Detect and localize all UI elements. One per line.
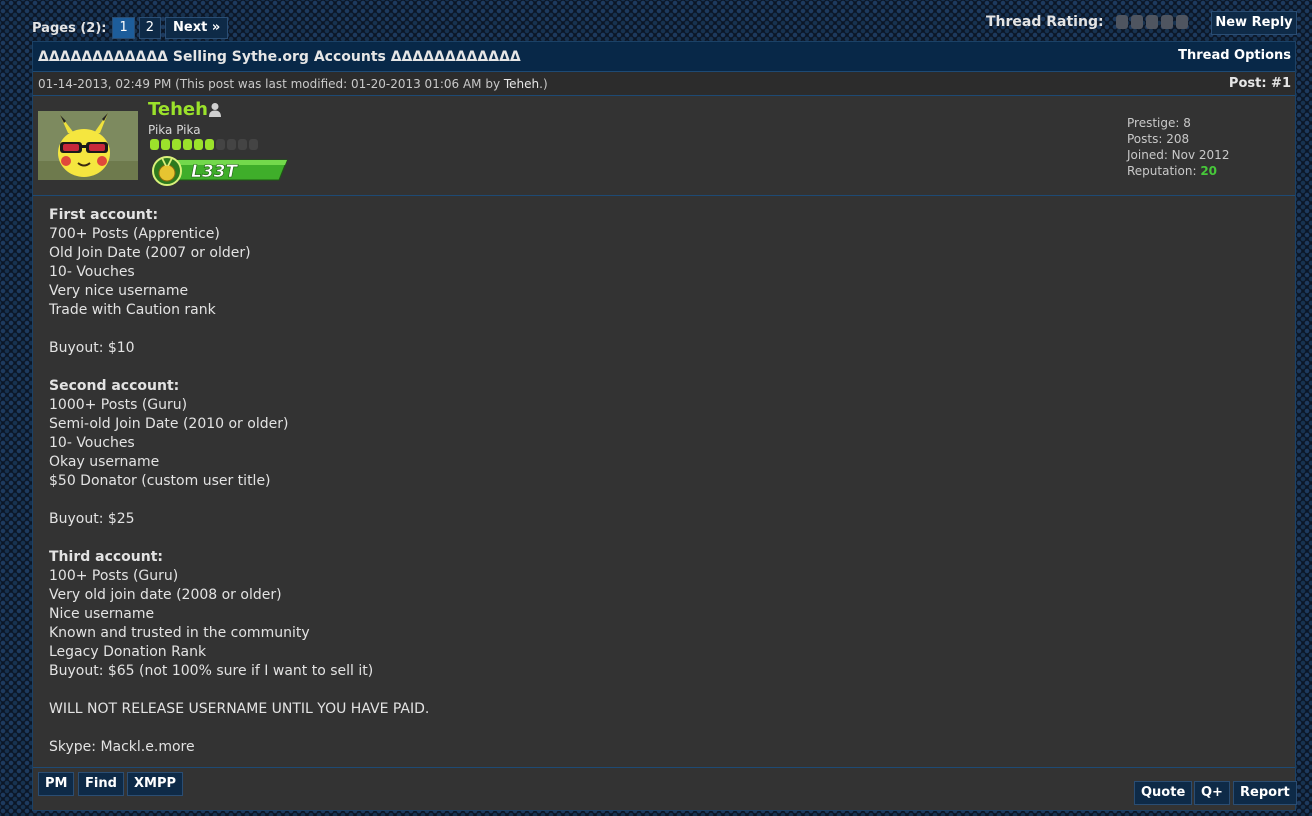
rank-pip-icon [183, 139, 192, 150]
body-line [49, 491, 1279, 510]
rank-pip-icon [161, 139, 170, 150]
body-line: Semi-old Join Date (2010 or older) [49, 416, 289, 432]
post-footer: PM Find XMPP Quote Q+ Report [33, 767, 1297, 810]
author-prestige: Prestige: 8 [1127, 116, 1191, 130]
section-heading: Second account: [49, 377, 1279, 396]
modified-by-link[interactable]: Teheh [504, 77, 539, 91]
body-line [49, 529, 1279, 548]
section-heading-text: First account: [49, 207, 159, 223]
pages-label: Pages (2): [32, 20, 107, 36]
body-line: Skype: Mackl.e.more [49, 739, 195, 755]
xmpp-button[interactable]: XMPP [127, 772, 184, 796]
body-line: Very old join date (2008 or older) [49, 587, 282, 603]
body-line: 1000+ Posts (Guru) [49, 397, 188, 413]
body-line: 10- Vouches [49, 264, 135, 280]
thread-options-link[interactable]: Thread Options [1178, 48, 1291, 63]
reputation-value[interactable]: 20 [1200, 164, 1217, 178]
reputation-label: Reputation: [1127, 164, 1201, 178]
post-body: First account: 700+ Posts (Apprentice) Old… [33, 196, 1295, 767]
author-info: Teheh Pika Pika L33T Prestige: 8 Posts: … [33, 96, 1295, 196]
body-line: Old Join Date (2007 or older) [49, 245, 251, 261]
rank-pip-icon [227, 139, 236, 150]
post-panel: ΔΔΔΔΔΔΔΔΔΔΔΔ Selling Sythe.org Accounts … [32, 41, 1297, 811]
offline-status-icon [208, 102, 222, 122]
rank-pip-icon [150, 139, 159, 150]
author-stats: Prestige: 8 Posts: 208 Joined: Nov 2012 … [1127, 115, 1229, 179]
rating-star-2-icon[interactable] [1130, 15, 1143, 29]
body-line: Buyout: $65 (not 100% sure if I want to … [49, 663, 374, 679]
page-1-button[interactable]: 1 [112, 17, 135, 39]
thread-header: ΔΔΔΔΔΔΔΔΔΔΔΔ Selling Sythe.org Accounts … [33, 42, 1295, 72]
top-bar: Pages (2): 1 2 Next » Thread Rating: New… [0, 0, 1312, 42]
body-line: 10- Vouches [49, 435, 135, 451]
body-line: Buyout: $25 [49, 511, 135, 527]
body-line: Very nice username [49, 283, 189, 299]
report-button[interactable]: Report [1233, 781, 1297, 805]
section-heading: First account: [49, 206, 1279, 225]
body-line [49, 681, 1279, 700]
rank-badge-label: L33T [191, 162, 238, 182]
pagination: Pages (2): 1 2 Next » [32, 17, 229, 39]
rank-pip-icon [205, 139, 214, 150]
post-date: 01-14-2013, 02:49 PM (This post was last… [38, 77, 548, 91]
author-joined: Joined: Nov 2012 [1127, 148, 1230, 162]
find-button[interactable]: Find [78, 772, 124, 796]
body-line [49, 320, 1279, 339]
thread-rating: Thread Rating: [986, 14, 1188, 30]
body-line: $50 Donator (custom user title) [49, 473, 271, 489]
author-posts: Posts: 208 [1127, 132, 1190, 146]
rank-pip-icon [194, 139, 203, 150]
body-line [49, 719, 1279, 738]
next-page-button[interactable]: Next » [165, 17, 229, 39]
avatar[interactable] [38, 111, 138, 180]
rank-pips [150, 139, 258, 150]
rank-pip-icon [172, 139, 181, 150]
author-username[interactable]: Teheh [148, 99, 208, 120]
body-line: 100+ Posts (Guru) [49, 568, 179, 584]
rank-pip-icon [216, 139, 225, 150]
author-reputation: Reputation: 20 [1127, 163, 1229, 179]
author-user-title: Pika Pika [148, 123, 201, 137]
rating-star-5-icon[interactable] [1175, 15, 1188, 29]
post-date-text: 01-14-2013, 02:49 PM (This post was last… [38, 77, 504, 91]
post-date-suffix: .) [539, 77, 548, 91]
section-heading-text: Second account: [49, 378, 180, 394]
section-heading-text: Third account: [49, 549, 164, 565]
body-line: Trade with Caution rank [49, 302, 216, 318]
medal-rank-badge-icon: L33T [152, 156, 288, 186]
rank-pip-icon [249, 139, 258, 150]
thread-title[interactable]: ΔΔΔΔΔΔΔΔΔΔΔΔ Selling Sythe.org Accounts … [38, 49, 521, 65]
body-line: Known and trusted in the community [49, 625, 310, 641]
multi-quote-button[interactable]: Q+ [1194, 781, 1230, 805]
new-reply-button[interactable]: New Reply [1211, 11, 1297, 35]
thread-rating-label: Thread Rating: [986, 14, 1104, 30]
page-2-button[interactable]: 2 [138, 17, 162, 39]
body-line: Okay username [49, 454, 160, 470]
post-meta-bar: 01-14-2013, 02:49 PM (This post was last… [33, 72, 1295, 96]
pm-button[interactable]: PM [38, 772, 75, 796]
body-line: Nice username [49, 606, 155, 622]
rank-badge: L33T [151, 154, 291, 190]
rating-star-4-icon[interactable] [1160, 15, 1173, 29]
pikachu-avatar-icon [38, 111, 138, 180]
body-line: Buyout: $10 [49, 340, 135, 356]
rank-pip-icon [238, 139, 247, 150]
body-line: Legacy Donation Rank [49, 644, 207, 660]
body-line [49, 358, 1279, 377]
rating-star-1-icon[interactable] [1115, 15, 1128, 29]
rating-star-3-icon[interactable] [1145, 15, 1158, 29]
post-number-link[interactable]: Post: #1 [1229, 76, 1291, 91]
rating-stars [1115, 15, 1188, 29]
body-line: 700+ Posts (Apprentice) [49, 226, 220, 242]
quote-button[interactable]: Quote [1134, 781, 1193, 805]
body-line: WILL NOT RELEASE USERNAME UNTIL YOU HAVE… [49, 701, 430, 717]
section-heading: Third account: [49, 548, 1279, 567]
